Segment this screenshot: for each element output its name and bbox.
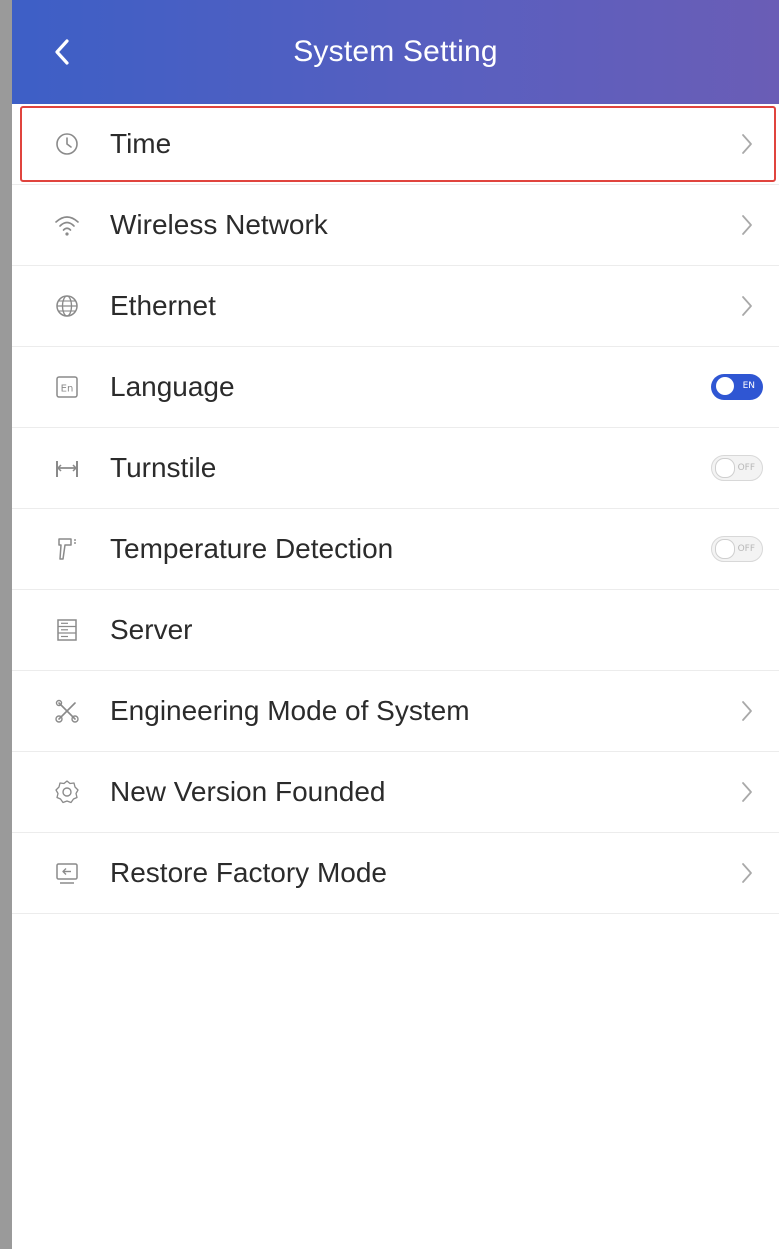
language-toggle[interactable]: EN bbox=[711, 374, 763, 400]
toggle-state-text: OFF bbox=[737, 544, 755, 554]
settings-item-time[interactable]: Time bbox=[12, 104, 779, 185]
wifi-icon bbox=[52, 210, 82, 240]
chevron-left-icon bbox=[55, 39, 69, 65]
thermometer-gun-icon bbox=[52, 534, 82, 564]
settings-item-label: Engineering Mode of System bbox=[110, 695, 470, 726]
settings-item-label: Server bbox=[110, 614, 193, 645]
settings-item-label: New Version Founded bbox=[110, 776, 386, 807]
settings-item-label: Language bbox=[110, 371, 235, 402]
restore-icon bbox=[52, 858, 82, 888]
server-icon bbox=[52, 615, 82, 645]
toggle-knob bbox=[716, 377, 734, 395]
svg-text:En: En bbox=[61, 384, 74, 395]
settings-item-restore-factory[interactable]: Restore Factory Mode bbox=[12, 833, 779, 914]
settings-item-server[interactable]: Server bbox=[12, 590, 779, 671]
header-bar: System Setting bbox=[12, 0, 779, 104]
settings-item-label: Ethernet bbox=[110, 290, 216, 321]
settings-item-wireless-network[interactable]: Wireless Network bbox=[12, 185, 779, 266]
chevron-right-icon bbox=[742, 701, 752, 721]
chevron-right-icon bbox=[742, 215, 752, 235]
tools-icon bbox=[52, 696, 82, 726]
chevron-right-icon bbox=[742, 863, 752, 883]
settings-list: Time Wireless Network Ethernet En Langua… bbox=[12, 104, 779, 914]
settings-item-label: Time bbox=[110, 128, 172, 159]
toggle-state-text: OFF bbox=[737, 463, 755, 473]
chevron-right-icon bbox=[742, 782, 752, 802]
globe-icon bbox=[52, 291, 82, 321]
language-en-icon: En bbox=[52, 372, 82, 402]
toggle-state-text: EN bbox=[742, 381, 755, 391]
chevron-right-icon bbox=[742, 134, 752, 154]
settings-item-label: Temperature Detection bbox=[110, 533, 394, 564]
settings-item-label: Wireless Network bbox=[110, 209, 328, 240]
page-title: System Setting bbox=[293, 35, 498, 68]
turnstile-icon bbox=[52, 453, 82, 483]
back-button[interactable] bbox=[42, 32, 82, 72]
app-screen: System Setting Time Wireless Network Eth… bbox=[0, 0, 779, 1249]
temperature-detection-toggle[interactable]: OFF bbox=[711, 536, 763, 562]
settings-item-ethernet[interactable]: Ethernet bbox=[12, 266, 779, 347]
toggle-knob bbox=[715, 539, 735, 559]
settings-item-label: Restore Factory Mode bbox=[110, 857, 387, 888]
settings-item-language[interactable]: En Language EN bbox=[12, 347, 779, 428]
settings-item-new-version[interactable]: New Version Founded bbox=[12, 752, 779, 833]
clock-icon bbox=[52, 129, 82, 159]
chevron-right-icon bbox=[742, 296, 752, 316]
turnstile-toggle[interactable]: OFF bbox=[711, 455, 763, 481]
settings-item-engineering-mode[interactable]: Engineering Mode of System bbox=[12, 671, 779, 752]
settings-item-label: Turnstile bbox=[110, 452, 217, 483]
settings-item-turnstile[interactable]: Turnstile OFF bbox=[12, 428, 779, 509]
settings-item-temperature-detection[interactable]: Temperature Detection OFF bbox=[12, 509, 779, 590]
gear-icon bbox=[52, 777, 82, 807]
toggle-knob bbox=[715, 458, 735, 478]
